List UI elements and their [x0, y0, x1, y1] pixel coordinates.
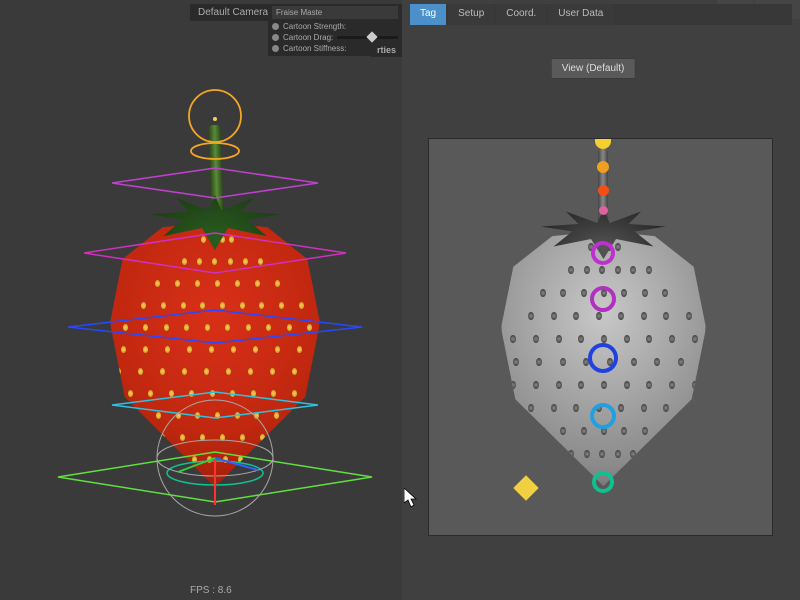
picker-magenta-ring[interactable]: [590, 286, 616, 312]
dimple: [573, 404, 579, 412]
tab-setup[interactable]: Setup: [448, 4, 494, 25]
dimple: [646, 381, 652, 389]
dimple: [551, 404, 557, 412]
ctrl-cyan-plane[interactable]: [112, 392, 318, 418]
dimple: [686, 404, 692, 412]
ctrl-purple-plane[interactable]: [112, 168, 318, 198]
view-default-button[interactable]: View (Default): [551, 58, 636, 79]
dimple: [578, 381, 584, 389]
dimple: [513, 358, 519, 366]
dimple: [678, 358, 684, 366]
dimple: [631, 358, 637, 366]
dimple: [601, 381, 607, 389]
cursor-icon: [404, 488, 418, 508]
dimple: [669, 381, 675, 389]
dimple: [573, 312, 579, 320]
dimple: [662, 427, 668, 435]
dimple: [663, 404, 669, 412]
dimple: [510, 381, 516, 389]
dimple: [662, 289, 668, 297]
picker-yellow-arc[interactable]: [595, 139, 611, 149]
tab-userdata[interactable]: User Data: [548, 4, 613, 25]
dimple: [601, 335, 607, 343]
ctrl-top-circle[interactable]: [189, 90, 241, 142]
dimple: [568, 266, 574, 274]
dimple: [642, 427, 648, 435]
dimple: [641, 312, 647, 320]
dimple: [596, 312, 602, 320]
dimple: [581, 289, 587, 297]
dimple: [581, 427, 587, 435]
picker-teal-ring[interactable]: [592, 471, 614, 493]
dimple: [621, 427, 627, 435]
dimple: [702, 358, 708, 366]
character-picker[interactable]: [428, 138, 773, 536]
dimple: [646, 335, 652, 343]
picker-root-diamond[interactable]: [513, 475, 538, 500]
dimple: [510, 335, 516, 343]
dimple: [568, 450, 574, 458]
dimple: [560, 427, 566, 435]
dimple: [646, 266, 652, 274]
dimple: [642, 289, 648, 297]
dimple: [663, 312, 669, 320]
picker-pink-dot[interactable]: [599, 206, 608, 215]
ctrl-magenta-plane[interactable]: [84, 233, 346, 273]
dimple: [641, 404, 647, 412]
dimple: [584, 266, 590, 274]
picker-blue-ring[interactable]: [588, 343, 618, 373]
dimple: [618, 312, 624, 320]
dimple: [654, 358, 660, 366]
tab-coord[interactable]: Coord.: [496, 4, 546, 25]
dimple: [584, 450, 590, 458]
dimple: [646, 450, 652, 458]
picker-orange1-dot[interactable]: [597, 161, 609, 173]
dimple: [528, 404, 534, 412]
picker-orange2-dot[interactable]: [598, 185, 609, 196]
dimple: [556, 381, 562, 389]
dimple: [615, 266, 621, 274]
dimple: [615, 450, 621, 458]
dimple: [556, 335, 562, 343]
dimple: [669, 335, 675, 343]
ctrl-blue-plane[interactable]: [68, 310, 362, 343]
dimple: [621, 289, 627, 297]
dimple: [533, 335, 539, 343]
dimple: [630, 266, 636, 274]
dimple: [615, 243, 621, 251]
dimple: [618, 404, 624, 412]
dimple: [536, 358, 542, 366]
gizmo-z-axis[interactable]: [178, 458, 215, 472]
rig-overlay: [0, 0, 402, 600]
ctrl-top-ellipse[interactable]: [191, 143, 239, 159]
ctrl-top-dot[interactable]: [213, 117, 217, 121]
dimple: [624, 335, 630, 343]
dimple: [599, 266, 605, 274]
dimple: [692, 381, 698, 389]
dimple: [630, 450, 636, 458]
dimple: [686, 312, 692, 320]
dimple: [540, 427, 546, 435]
dimple: [528, 312, 534, 320]
tab-bar: Tag Setup Coord. User Data: [410, 4, 792, 25]
dimple: [624, 381, 630, 389]
attribute-panel: Tag Visua Tag Setup Coord. User Data Vie…: [402, 0, 800, 600]
dimple: [599, 450, 605, 458]
dimple: [578, 335, 584, 343]
tab-tag[interactable]: Tag: [410, 4, 446, 25]
picker-purple-ring[interactable]: [591, 241, 615, 265]
viewport-3d[interactable]: Default Camera Fraise Maste Cartoon Stre…: [0, 0, 402, 600]
dimple: [560, 289, 566, 297]
gizmo-x-axis[interactable]: [215, 458, 258, 470]
dimple: [692, 335, 698, 343]
picker-cyan-ring[interactable]: [590, 403, 616, 429]
dimple: [533, 381, 539, 389]
dimple: [551, 312, 557, 320]
dimple: [560, 358, 566, 366]
fps-display: FPS : 8.6: [190, 585, 232, 596]
dimple: [540, 289, 546, 297]
